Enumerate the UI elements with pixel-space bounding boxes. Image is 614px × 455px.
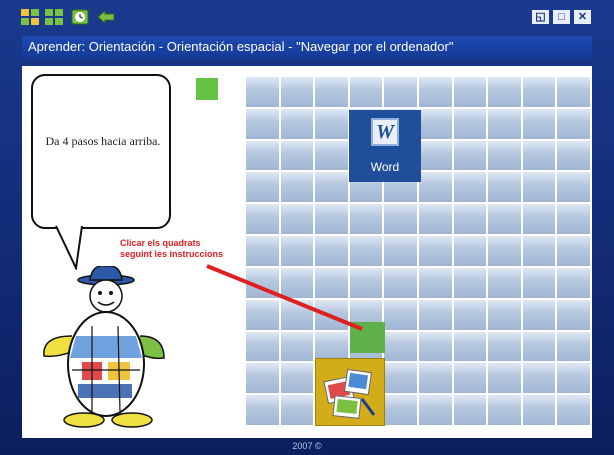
footer-copyright: 2007 ©	[292, 441, 322, 451]
restore-button[interactable]: ◱	[531, 9, 550, 25]
window-controls: ◱ □ ✕	[531, 9, 592, 25]
guide-character	[43, 266, 165, 428]
grid-icon[interactable]	[45, 9, 63, 25]
clock-icon[interactable]	[71, 9, 89, 25]
hint-text: Clicar els quadrats seguint les instrucc…	[120, 238, 223, 260]
app-window: ◱ □ ✕ Aprender: Orientación - Orientació…	[0, 0, 614, 455]
maximize-button[interactable]: □	[552, 9, 571, 25]
hint-line-2: seguint les instruccions	[120, 249, 224, 259]
hint-line-1: Clicar els quadrats	[120, 238, 201, 248]
close-button[interactable]: ✕	[573, 9, 592, 25]
window-title: Aprender: Orientación - Orientación espa…	[22, 36, 592, 58]
toolbar: ◱ □ ✕	[0, 0, 614, 36]
grid-icon[interactable]	[21, 9, 39, 25]
activity-area: Da 4 pasos hacia arriba. W Word Clicar e…	[22, 66, 592, 438]
back-arrow-icon[interactable]	[97, 9, 115, 25]
